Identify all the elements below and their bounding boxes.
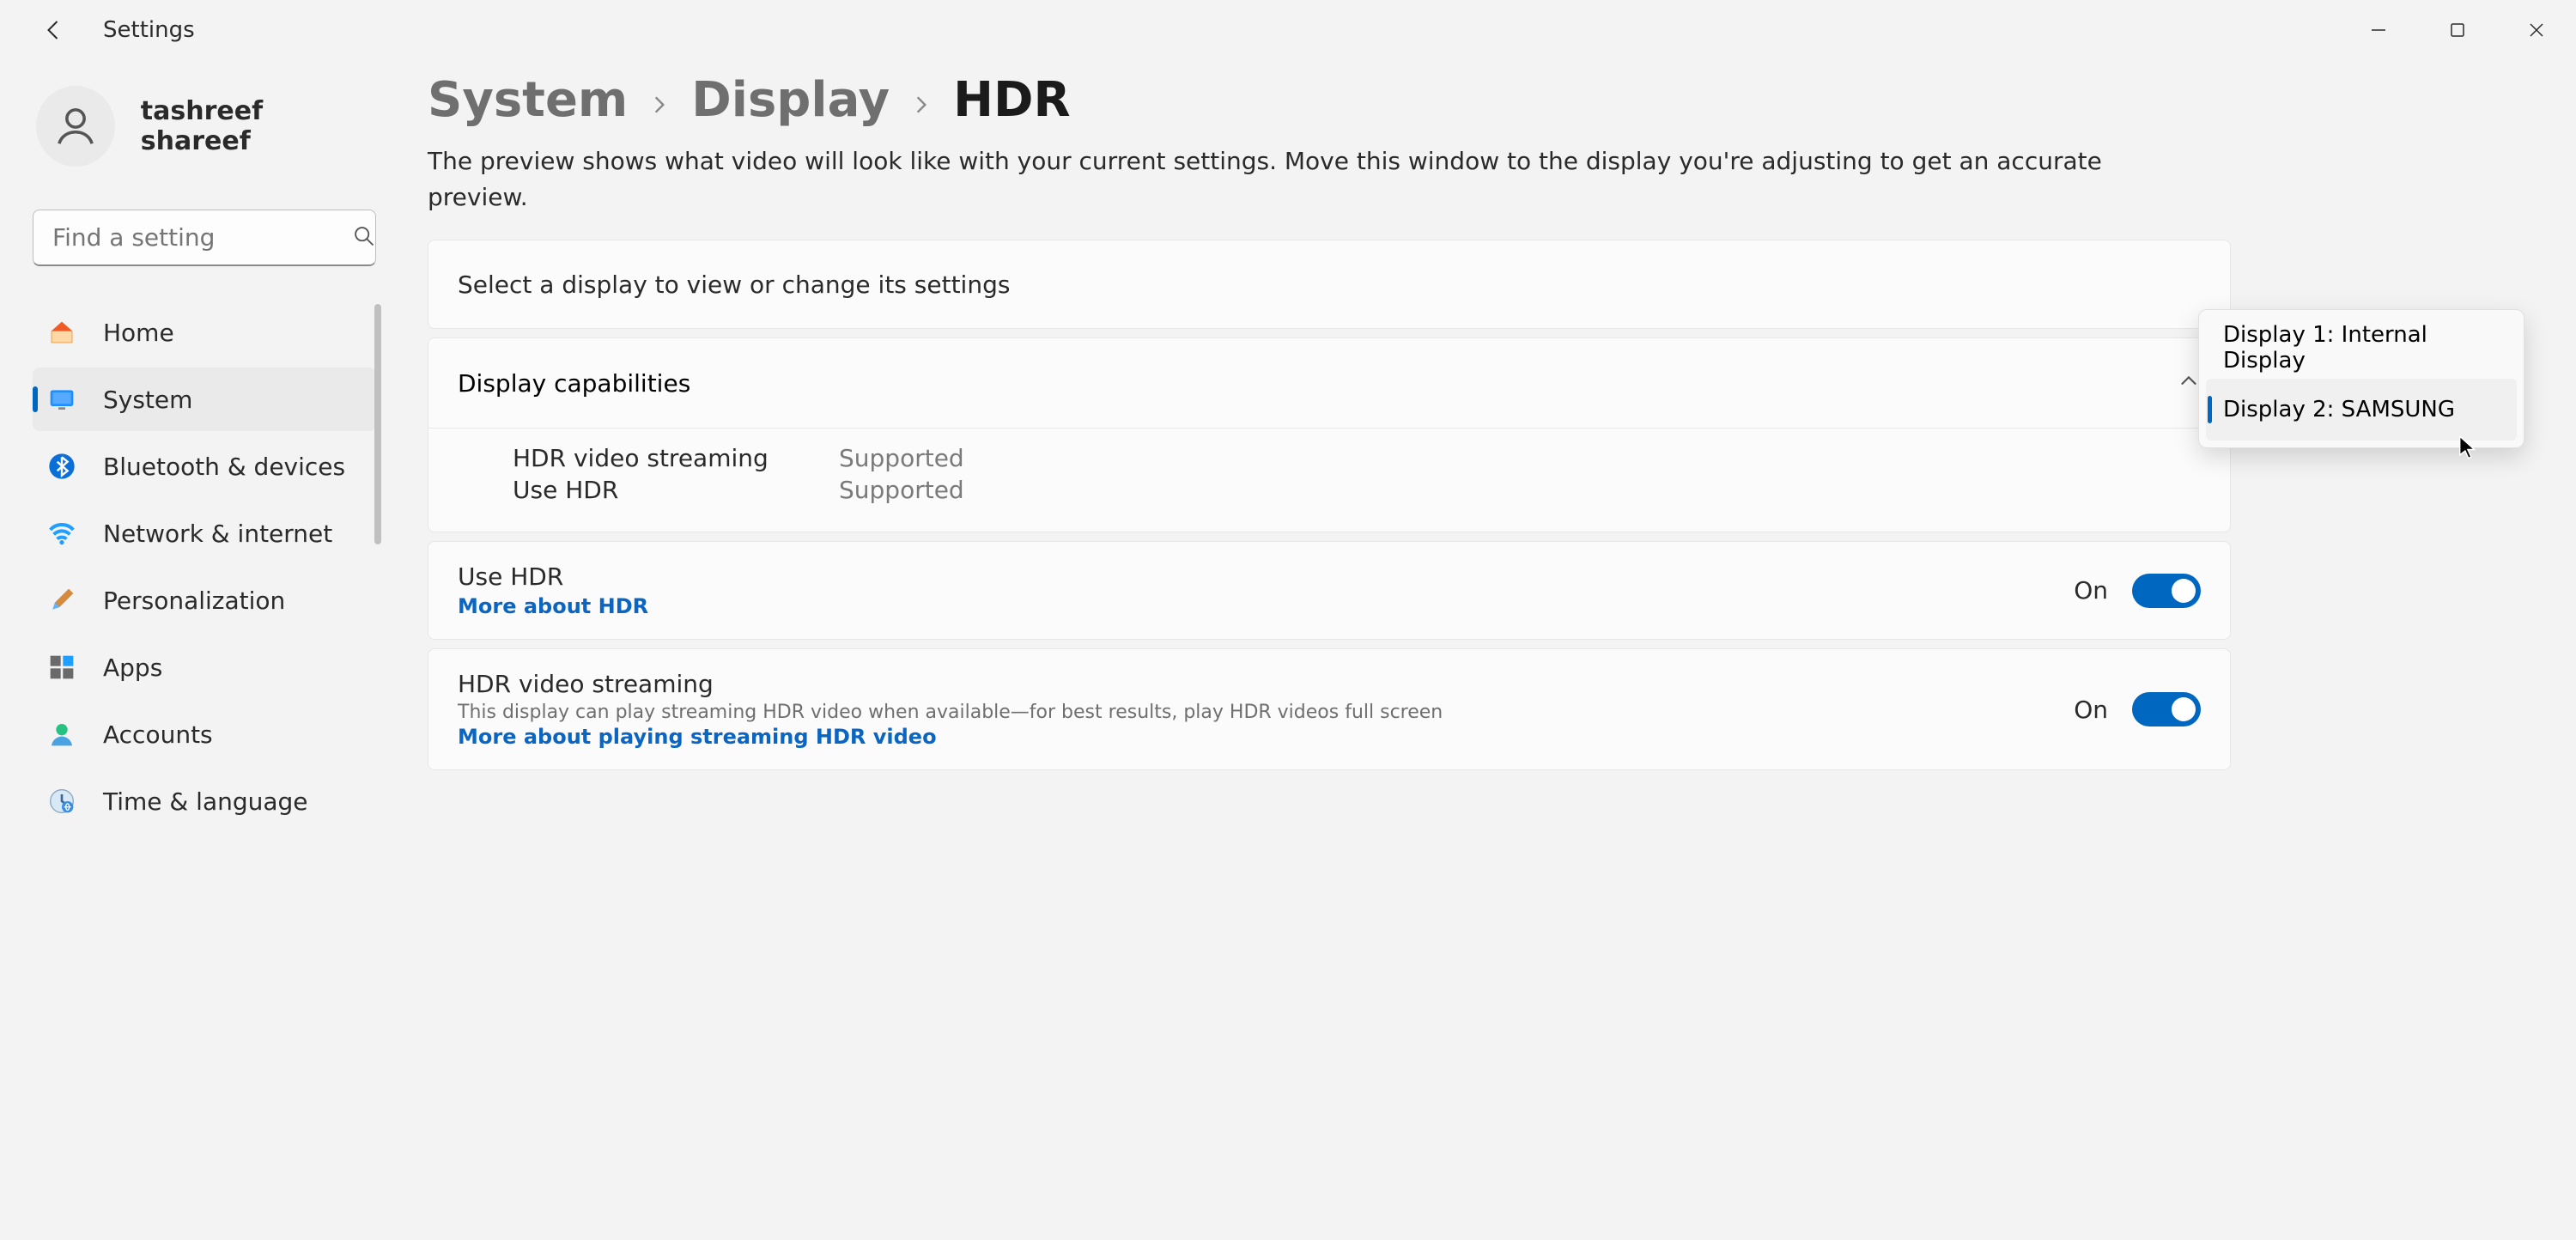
display-capabilities-card: Display capabilities HDR video streaming… (428, 337, 2231, 532)
nav-label: Apps (103, 653, 162, 682)
breadcrumb: System Display HDR (428, 72, 2231, 128)
nav-item-bluetooth[interactable]: Bluetooth & devices (33, 435, 376, 498)
use-hdr-state: On (2074, 576, 2108, 605)
nav-label: Accounts (103, 720, 213, 749)
avatar (36, 86, 115, 167)
maximize-button[interactable] (2418, 9, 2497, 52)
hdr-streaming-desc: This display can play streaming HDR vide… (458, 702, 1443, 723)
capability-row: Use HDR Supported (513, 476, 2201, 504)
titlebar: Settings (0, 0, 2576, 60)
hdr-streaming-state: On (2074, 696, 2108, 724)
nav-item-apps[interactable]: Apps (33, 635, 376, 699)
breadcrumb-current: HDR (953, 72, 1070, 128)
hdr-streaming-card: HDR video streaming This display can pla… (428, 648, 2231, 770)
home-icon (46, 317, 77, 348)
capability-name: HDR video streaming (513, 444, 770, 472)
accounts-icon (46, 719, 77, 750)
minimize-button[interactable] (2339, 9, 2418, 52)
sidebar: tashreef shareef Home System (0, 60, 395, 1240)
nav-label: Home (103, 319, 174, 347)
select-display-card[interactable]: Select a display to view or change its s… (428, 240, 2231, 329)
search-box[interactable] (33, 210, 376, 266)
page-description: The preview shows what video will look l… (428, 143, 2231, 216)
back-button[interactable] (38, 13, 72, 47)
search-icon (352, 224, 376, 252)
dropdown-item-display-2[interactable]: Display 2: SAMSUNG (2206, 379, 2517, 441)
system-icon (46, 384, 77, 415)
nav-item-accounts[interactable]: Accounts (33, 702, 376, 766)
display-capabilities-title: Display capabilities (458, 369, 690, 398)
capability-name: Use HDR (513, 476, 770, 504)
dropdown-item-label: Display 1: Internal Display (2223, 322, 2500, 374)
display-select-dropdown[interactable]: Display 1: Internal Display Display 2: S… (2198, 309, 2524, 448)
more-about-hdr-streaming-link[interactable]: More about playing streaming HDR video (458, 725, 1443, 749)
nav-label: Network & internet (103, 520, 332, 548)
nav-item-system[interactable]: System (33, 368, 376, 431)
capability-value: Supported (839, 444, 964, 472)
user-account[interactable]: tashreef shareef (33, 86, 376, 167)
hdr-streaming-toggle[interactable] (2132, 692, 2201, 726)
chevron-right-icon (648, 82, 671, 125)
breadcrumb-display[interactable]: Display (691, 72, 890, 128)
network-icon (46, 518, 77, 549)
hdr-streaming-title: HDR video streaming (458, 670, 1443, 698)
nav-item-network[interactable]: Network & internet (33, 501, 376, 565)
capability-value: Supported (839, 476, 964, 504)
apps-icon (46, 652, 77, 683)
cursor-icon (2459, 436, 2476, 464)
personalization-icon (46, 585, 77, 616)
chevron-up-icon (2177, 369, 2201, 397)
dropdown-item-label: Display 2: SAMSUNG (2223, 397, 2455, 422)
search-input[interactable] (52, 223, 352, 252)
nav-item-personalization[interactable]: Personalization (33, 568, 376, 632)
nav: Home System Bluetooth & devices Network … (33, 301, 376, 833)
app-title: Settings (103, 17, 195, 43)
nav-label: Personalization (103, 587, 285, 615)
nav-label: System (103, 386, 192, 414)
more-about-hdr-link[interactable]: More about HDR (458, 594, 648, 618)
nav-item-timelang[interactable]: Time & language (33, 769, 376, 833)
nav-item-home[interactable]: Home (33, 301, 376, 364)
display-capabilities-header[interactable]: Display capabilities (428, 338, 2230, 428)
use-hdr-title: Use HDR (458, 562, 648, 591)
capability-row: HDR video streaming Supported (513, 444, 2201, 472)
close-button[interactable] (2497, 9, 2576, 52)
nav-scrollbar[interactable] (374, 301, 381, 696)
use-hdr-toggle[interactable] (2132, 574, 2201, 608)
use-hdr-card: Use HDR More about HDR On (428, 541, 2231, 640)
breadcrumb-system[interactable]: System (428, 72, 628, 128)
nav-label: Bluetooth & devices (103, 453, 345, 481)
bluetooth-icon (46, 451, 77, 482)
nav-label: Time & language (103, 787, 308, 816)
chevron-right-icon (910, 82, 933, 125)
main-content: System Display HDR The preview shows wha… (395, 60, 2576, 1240)
dropdown-item-display-1[interactable]: Display 1: Internal Display (2206, 317, 2517, 379)
time-language-icon (46, 786, 77, 817)
user-name: tashreef shareef (141, 96, 376, 156)
select-display-label: Select a display to view or change its s… (458, 270, 1010, 299)
